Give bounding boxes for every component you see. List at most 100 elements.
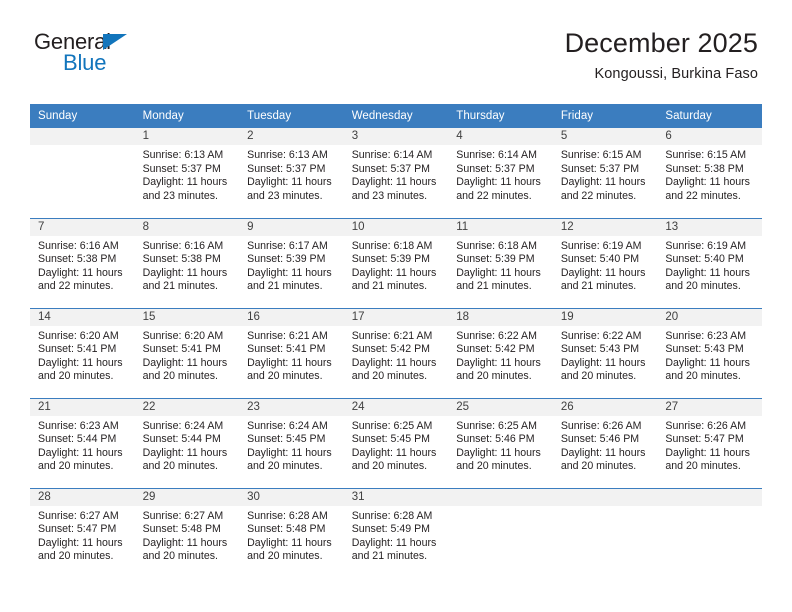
daylight-text-line2: and 21 minutes.	[560, 280, 637, 293]
day-number: 16	[239, 308, 344, 326]
day-cell[interactable]: 7 Sunrise: 6:16 AM Sunset: 5:38 PM Dayli…	[30, 217, 135, 308]
day-number: 2	[239, 128, 344, 145]
day-details: Sunrise: 6:13 AM Sunset: 5:37 PM Dayligh…	[239, 145, 344, 203]
day-cell[interactable]: 5 Sunrise: 6:15 AM Sunset: 5:37 PM Dayli…	[552, 128, 658, 218]
day-number: 31	[343, 488, 449, 506]
day-cell[interactable]: 12 Sunrise: 6:19 AM Sunset: 5:40 PM Dayl…	[552, 217, 658, 308]
daylight-text-line2: and 20 minutes.	[665, 370, 741, 383]
daylight-text-line1: Daylight: 11 hours	[142, 446, 228, 459]
day-cell[interactable]: 17 Sunrise: 6:21 AM Sunset: 5:42 PM Dayl…	[343, 307, 449, 398]
daylight-text-line1: Daylight: 11 hours	[38, 536, 123, 549]
day-cell[interactable]: 28 Sunrise: 6:27 AM Sunset: 5:47 PM Dayl…	[30, 487, 135, 578]
day-cell[interactable]: 20 Sunrise: 6:23 AM Sunset: 5:43 PM Dayl…	[657, 307, 762, 398]
sunset-text: Sunset: 5:38 PM	[665, 162, 744, 175]
day-cell[interactable]: 15 Sunrise: 6:20 AM Sunset: 5:41 PM Dayl…	[134, 307, 240, 398]
weekday-header-friday: Friday	[552, 104, 658, 128]
daylight-text-line1: Daylight: 11 hours	[142, 266, 228, 279]
weekday-header-sunday: Sunday	[30, 104, 135, 128]
daylight-text-line2: and 20 minutes.	[247, 460, 323, 473]
day-cell[interactable]: 2 Sunrise: 6:13 AM Sunset: 5:37 PM Dayli…	[239, 128, 344, 218]
day-cell[interactable]	[657, 487, 762, 578]
day-cell[interactable]: 6 Sunrise: 6:15 AM Sunset: 5:38 PM Dayli…	[657, 128, 762, 218]
day-details: Sunrise: 6:28 AM Sunset: 5:49 PM Dayligh…	[344, 506, 449, 564]
sunrise-text: Sunrise: 6:19 AM	[665, 239, 747, 252]
day-details: Sunrise: 6:23 AM Sunset: 5:44 PM Dayligh…	[30, 416, 135, 474]
sunrise-text: Sunrise: 6:20 AM	[38, 329, 119, 342]
sunset-text: Sunset: 5:39 PM	[456, 253, 535, 266]
day-cell[interactable]: 31 Sunrise: 6:28 AM Sunset: 5:49 PM Dayl…	[343, 487, 449, 578]
sunset-text: Sunset: 5:47 PM	[38, 523, 117, 536]
day-number: 26	[552, 398, 658, 416]
logo-text-blue: Blue	[63, 50, 107, 75]
daylight-text-line1: Daylight: 11 hours	[665, 446, 750, 459]
day-cell[interactable]: 9 Sunrise: 6:17 AM Sunset: 5:39 PM Dayli…	[239, 217, 344, 308]
sunrise-text: Sunrise: 6:18 AM	[351, 239, 433, 252]
sunrise-text: Sunrise: 6:22 AM	[456, 329, 537, 342]
day-cell[interactable]: 26 Sunrise: 6:26 AM Sunset: 5:46 PM Dayl…	[552, 397, 658, 488]
daylight-text-line2: and 23 minutes.	[351, 189, 428, 202]
day-details	[448, 506, 553, 510]
sunrise-text: Sunrise: 6:13 AM	[247, 149, 328, 161]
sunrise-text: Sunrise: 6:19 AM	[560, 239, 642, 252]
day-cell[interactable]: 18 Sunrise: 6:22 AM Sunset: 5:42 PM Dayl…	[448, 307, 553, 398]
day-number: 22	[134, 398, 240, 416]
day-cell[interactable]: 22 Sunrise: 6:24 AM Sunset: 5:44 PM Dayl…	[134, 397, 240, 488]
day-cell[interactable]: 1 Sunrise: 6:13 AM Sunset: 5:37 PM Dayli…	[134, 128, 240, 218]
sunrise-text: Sunrise: 6:27 AM	[142, 509, 224, 522]
daylight-text-line1: Daylight: 11 hours	[560, 356, 646, 369]
daylight-text-line2: and 21 minutes.	[456, 280, 532, 293]
daylight-text-line1: Daylight: 11 hours	[38, 446, 123, 459]
sunset-text: Sunset: 5:42 PM	[351, 343, 431, 356]
day-cell[interactable]: 8 Sunrise: 6:16 AM Sunset: 5:38 PM Dayli…	[134, 217, 240, 308]
daylight-text-line1: Daylight: 11 hours	[351, 266, 437, 279]
day-cell[interactable]: 23 Sunrise: 6:24 AM Sunset: 5:45 PM Dayl…	[239, 397, 344, 488]
day-cell[interactable]: 21 Sunrise: 6:23 AM Sunset: 5:44 PM Dayl…	[30, 397, 135, 488]
sunset-text: Sunset: 5:37 PM	[456, 162, 535, 175]
day-cell[interactable]: 13 Sunrise: 6:19 AM Sunset: 5:40 PM Dayl…	[657, 217, 762, 308]
week-row: 14 Sunrise: 6:20 AM Sunset: 5:41 PM Dayl…	[30, 307, 762, 398]
day-cell[interactable]: 11 Sunrise: 6:18 AM Sunset: 5:39 PM Dayl…	[448, 217, 553, 308]
sunrise-text: Sunrise: 6:25 AM	[351, 419, 433, 432]
sunrise-text: Sunrise: 6:23 AM	[38, 419, 119, 432]
daylight-text-line1: Daylight: 11 hours	[247, 176, 332, 189]
calendar-body: 1 Sunrise: 6:13 AM Sunset: 5:37 PM Dayli…	[30, 128, 762, 578]
daylight-text-line2: and 20 minutes.	[247, 550, 323, 563]
day-cell[interactable]	[30, 128, 135, 218]
day-cell[interactable]: 24 Sunrise: 6:25 AM Sunset: 5:45 PM Dayl…	[343, 397, 449, 488]
week-row: 7 Sunrise: 6:16 AM Sunset: 5:38 PM Dayli…	[30, 217, 762, 308]
day-cell[interactable]: 10 Sunrise: 6:18 AM Sunset: 5:39 PM Dayl…	[343, 217, 449, 308]
day-cell[interactable]: 27 Sunrise: 6:26 AM Sunset: 5:47 PM Dayl…	[657, 397, 762, 488]
daylight-text-line1: Daylight: 11 hours	[560, 446, 646, 459]
day-details: Sunrise: 6:24 AM Sunset: 5:45 PM Dayligh…	[239, 416, 344, 474]
sunset-text: Sunset: 5:46 PM	[456, 433, 535, 446]
sunset-text: Sunset: 5:41 PM	[38, 343, 117, 356]
daylight-text-line1: Daylight: 11 hours	[142, 176, 228, 189]
day-details: Sunrise: 6:16 AM Sunset: 5:38 PM Dayligh…	[30, 236, 135, 294]
day-cell[interactable]: 14 Sunrise: 6:20 AM Sunset: 5:41 PM Dayl…	[30, 307, 135, 398]
day-number: 15	[134, 308, 240, 326]
day-cell[interactable]	[448, 487, 553, 578]
day-cell[interactable]: 3 Sunrise: 6:14 AM Sunset: 5:37 PM Dayli…	[343, 128, 449, 218]
sunrise-text: Sunrise: 6:27 AM	[38, 509, 119, 522]
day-cell[interactable]	[552, 487, 658, 578]
sunrise-text: Sunrise: 6:23 AM	[665, 329, 747, 342]
general-blue-logo[interactable]: General Blue	[34, 26, 144, 82]
day-cell[interactable]: 16 Sunrise: 6:21 AM Sunset: 5:41 PM Dayl…	[239, 307, 344, 398]
sunrise-text: Sunrise: 6:24 AM	[247, 419, 328, 432]
day-number: 29	[134, 488, 240, 506]
day-cell[interactable]: 25 Sunrise: 6:25 AM Sunset: 5:46 PM Dayl…	[448, 397, 553, 488]
sunrise-text: Sunrise: 6:16 AM	[142, 239, 224, 252]
day-number	[657, 488, 762, 506]
day-cell[interactable]: 4 Sunrise: 6:14 AM Sunset: 5:37 PM Dayli…	[448, 128, 553, 218]
day-cell[interactable]: 29 Sunrise: 6:27 AM Sunset: 5:48 PM Dayl…	[134, 487, 240, 578]
day-number: 1	[134, 128, 240, 145]
page-title: December 2025	[564, 28, 758, 58]
day-cell[interactable]: 30 Sunrise: 6:28 AM Sunset: 5:48 PM Dayl…	[239, 487, 344, 578]
day-cell[interactable]: 19 Sunrise: 6:22 AM Sunset: 5:43 PM Dayl…	[552, 307, 658, 398]
day-number: 17	[343, 308, 449, 326]
day-number: 9	[239, 218, 344, 236]
week-row: 28 Sunrise: 6:27 AM Sunset: 5:47 PM Dayl…	[30, 487, 762, 578]
sunrise-text: Sunrise: 6:18 AM	[456, 239, 537, 252]
sunset-text: Sunset: 5:40 PM	[665, 253, 744, 266]
day-number: 30	[239, 488, 344, 506]
